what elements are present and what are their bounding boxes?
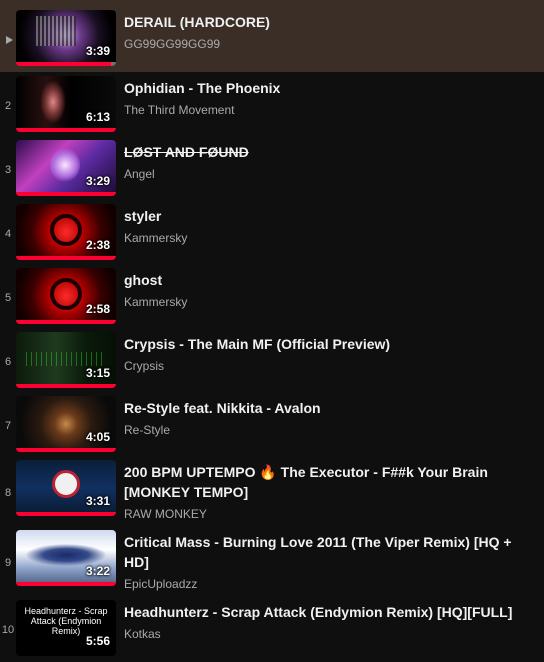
- watch-progress-fill: [16, 384, 116, 388]
- video-title[interactable]: Ophidian - The Phoenix: [124, 78, 528, 98]
- watch-progress-fill: [16, 448, 116, 452]
- now-playing-indicator: [0, 35, 16, 47]
- playlist-item-7[interactable]: 7 4:05 Re-Style feat. Nikkita - Avalon R…: [0, 392, 544, 456]
- play-arrow-icon: [5, 36, 13, 44]
- channel-name[interactable]: Re-Style: [124, 422, 528, 438]
- item-index: 10: [1, 624, 15, 636]
- watch-progress-fill: [16, 128, 116, 132]
- video-meta: Headhunterz - Scrap Attack (Endymion Rem…: [124, 600, 544, 642]
- video-meta: LØST AND FØUND Angel: [124, 140, 544, 182]
- channel-name[interactable]: Kammersky: [124, 230, 528, 246]
- monkey-logo-icon: [52, 470, 80, 498]
- watch-progress-bar: [16, 320, 116, 324]
- duration-badge: 3:15: [85, 366, 110, 380]
- playlist-item-10[interactable]: 10 Headhunterz - Scrap Attack (Endymion …: [0, 596, 544, 660]
- biohazard-icon: [50, 214, 82, 246]
- video-title[interactable]: DERAIL (HARDCORE): [124, 12, 528, 32]
- video-thumbnail[interactable]: 3:39: [16, 10, 116, 66]
- playlist-item-4[interactable]: 4 2:38 styler Kammersky: [0, 200, 544, 264]
- video-thumbnail[interactable]: Headhunterz - Scrap Attack (Endymion Rem…: [16, 600, 116, 656]
- video-meta: Crypsis - The Main MF (Official Preview)…: [124, 332, 544, 374]
- video-title[interactable]: LØST AND FØUND: [124, 142, 528, 162]
- duration-badge: 2:38: [85, 238, 110, 252]
- duration-badge: 4:05: [85, 430, 110, 444]
- video-title[interactable]: Critical Mass - Burning Love 2011 (The V…: [124, 532, 528, 572]
- video-title[interactable]: styler: [124, 206, 528, 226]
- watch-progress-fill: [16, 582, 116, 586]
- video-title[interactable]: ghost: [124, 270, 528, 290]
- watch-progress-bar: [16, 512, 116, 516]
- playlist-item-9[interactable]: 9 3:22 Critical Mass - Burning Love 2011…: [0, 526, 544, 596]
- watch-progress-bar: [16, 384, 116, 388]
- playlist-item-3[interactable]: 3 3:29 LØST AND FØUND Angel: [0, 136, 544, 200]
- watch-progress-fill: [16, 320, 116, 324]
- watch-progress-fill: [16, 256, 116, 260]
- video-thumbnail[interactable]: 6:13: [16, 76, 116, 132]
- item-index: 9: [4, 557, 12, 569]
- playlist-panel: 3:39 DERAIL (HARDCORE) GG99GG99GG99 2 6:…: [0, 0, 544, 660]
- channel-name[interactable]: RAW MONKEY: [124, 506, 528, 522]
- video-meta: Re-Style feat. Nikkita - Avalon Re-Style: [124, 396, 544, 438]
- biohazard-icon: [50, 278, 82, 310]
- watch-progress-bar: [16, 192, 116, 196]
- channel-name[interactable]: EpicUploadzz: [124, 576, 528, 592]
- watch-progress-fill: [16, 512, 116, 516]
- item-index: 7: [4, 420, 12, 432]
- video-thumbnail[interactable]: 2:38: [16, 204, 116, 260]
- item-index: 4: [4, 228, 12, 240]
- duration-badge: 3:29: [85, 174, 110, 188]
- item-index: 6: [4, 356, 12, 368]
- video-title[interactable]: Re-Style feat. Nikkita - Avalon: [124, 398, 528, 418]
- item-index: 3: [4, 164, 12, 176]
- item-index: 8: [4, 487, 12, 499]
- video-thumbnail[interactable]: 2:58: [16, 268, 116, 324]
- video-title[interactable]: 200 BPM UPTEMPO 🔥 The Executor - F##k Yo…: [124, 462, 528, 502]
- video-thumbnail[interactable]: 4:05: [16, 396, 116, 452]
- watch-progress-fill: [16, 62, 111, 66]
- duration-badge: 5:56: [85, 634, 110, 648]
- duration-badge: 6:13: [85, 110, 110, 124]
- video-meta: 200 BPM UPTEMPO 🔥 The Executor - F##k Yo…: [124, 460, 544, 522]
- item-index: 5: [4, 292, 12, 304]
- channel-name[interactable]: The Third Movement: [124, 102, 528, 118]
- watch-progress-bar: [16, 62, 116, 66]
- video-title[interactable]: Headhunterz - Scrap Attack (Endymion Rem…: [124, 602, 528, 622]
- item-index: 2: [4, 100, 12, 112]
- watch-progress-bar: [16, 256, 116, 260]
- playlist-item-8[interactable]: 8 3:31 200 BPM UPTEMPO 🔥 The Executor - …: [0, 456, 544, 526]
- video-meta: Critical Mass - Burning Love 2011 (The V…: [124, 530, 544, 592]
- playlist-item-1[interactable]: 3:39 DERAIL (HARDCORE) GG99GG99GG99: [0, 0, 544, 72]
- playlist-item-5[interactable]: 5 2:58 ghost Kammersky: [0, 264, 544, 328]
- video-meta: Ophidian - The Phoenix The Third Movemen…: [124, 76, 544, 118]
- channel-name[interactable]: Kotkas: [124, 626, 528, 642]
- duration-badge: 3:39: [85, 44, 110, 58]
- video-thumbnail[interactable]: 3:29: [16, 140, 116, 196]
- video-meta: ghost Kammersky: [124, 268, 544, 310]
- watch-progress-fill: [16, 192, 116, 196]
- watch-progress-bar: [16, 582, 116, 586]
- thumbnail-caption: Headhunterz - Scrap Attack (Endymion Rem…: [24, 606, 108, 636]
- video-thumbnail[interactable]: 3:31: [16, 460, 116, 516]
- duration-badge: 3:22: [85, 564, 110, 578]
- playlist-item-6[interactable]: 6 3:15 Crypsis - The Main MF (Official P…: [0, 328, 544, 392]
- video-thumbnail[interactable]: 3:15: [16, 332, 116, 388]
- channel-name[interactable]: Angel: [124, 166, 528, 182]
- channel-name[interactable]: GG99GG99GG99: [124, 36, 528, 52]
- channel-name[interactable]: Kammersky: [124, 294, 528, 310]
- duration-badge: 3:31: [85, 494, 110, 508]
- video-thumbnail[interactable]: 3:22: [16, 530, 116, 586]
- video-meta: DERAIL (HARDCORE) GG99GG99GG99: [124, 10, 544, 52]
- channel-name[interactable]: Crypsis: [124, 358, 528, 374]
- watch-progress-bar: [16, 128, 116, 132]
- duration-badge: 2:58: [85, 302, 110, 316]
- watch-progress-bar: [16, 448, 116, 452]
- video-meta: styler Kammersky: [124, 204, 544, 246]
- playlist-item-2[interactable]: 2 6:13 Ophidian - The Phoenix The Third …: [0, 72, 544, 136]
- video-title[interactable]: Crypsis - The Main MF (Official Preview): [124, 334, 528, 354]
